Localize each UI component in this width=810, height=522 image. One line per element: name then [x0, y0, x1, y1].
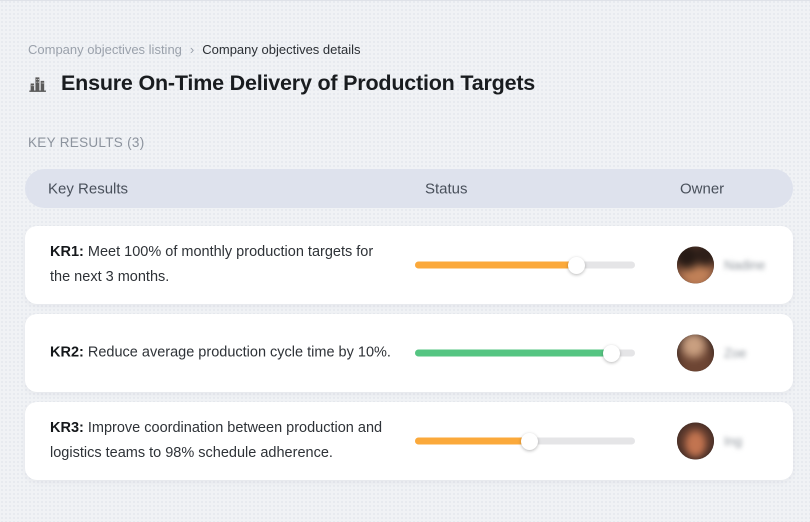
table-row-kr3[interactable]: KR3: Improve coordination between produc… — [25, 402, 793, 480]
progress-fill — [415, 256, 585, 274]
progress-fill — [415, 432, 539, 450]
avatar — [677, 422, 714, 460]
progress-slider[interactable] — [415, 432, 635, 450]
kr-description: KR1: Meet 100% of monthly production tar… — [50, 240, 395, 290]
buildings-icon — [28, 73, 49, 94]
owner-cell: Ing — [677, 422, 743, 460]
column-header-key-results: Key Results — [48, 180, 129, 197]
chevron-right-icon: › — [189, 42, 195, 57]
kr-label: KR3: — [50, 420, 84, 436]
kr-text: Improve coordination between production … — [50, 420, 383, 461]
column-header-owner: Owner — [680, 180, 725, 197]
page-title-row: Ensure On-Time Delivery of Production Ta… — [28, 71, 535, 96]
avatar — [677, 334, 714, 372]
progress-fill — [415, 344, 620, 362]
breadcrumb: Company objectives listing › Company obj… — [28, 42, 361, 57]
owner-name: Nadine — [724, 257, 766, 273]
kr-label: KR2: — [50, 344, 84, 361]
table-row-kr2[interactable]: KR2: Reduce average production cycle tim… — [25, 314, 793, 392]
slider-thumb[interactable] — [567, 256, 585, 274]
column-header-status: Status — [425, 180, 468, 197]
kr-description: KR3: Improve coordination between produc… — [50, 416, 395, 466]
slider-thumb[interactable] — [521, 432, 539, 450]
breadcrumb-item-details: Company objectives details — [202, 42, 361, 57]
table-row-kr1[interactable]: KR1: Meet 100% of monthly production tar… — [25, 226, 793, 304]
breadcrumb-item-listing[interactable]: Company objectives listing — [28, 42, 182, 57]
avatar — [677, 246, 714, 284]
progress-slider[interactable] — [415, 344, 635, 362]
owner-name: Ing — [724, 433, 743, 449]
kr-description: KR2: Reduce average production cycle tim… — [50, 341, 395, 366]
objective-details-page: { "breadcrumb": { "separator": "›", "ite… — [0, 0, 810, 522]
kr-text: Meet 100% of monthly production targets … — [50, 244, 374, 285]
owner-cell: Zoe — [677, 334, 747, 372]
key-results-section-label: KEY RESULTS (3) — [28, 135, 145, 150]
owner-name: Zoe — [724, 345, 747, 361]
progress-slider[interactable] — [415, 256, 635, 274]
owner-cell: Nadine — [677, 246, 766, 284]
kr-text: Reduce average production cycle time by … — [83, 344, 391, 361]
kr-label: KR1: — [50, 244, 84, 260]
slider-thumb[interactable] — [602, 344, 620, 362]
page-title: Ensure On-Time Delivery of Production Ta… — [61, 71, 536, 95]
table-header-bar: Key Results Status Owner — [25, 169, 793, 208]
